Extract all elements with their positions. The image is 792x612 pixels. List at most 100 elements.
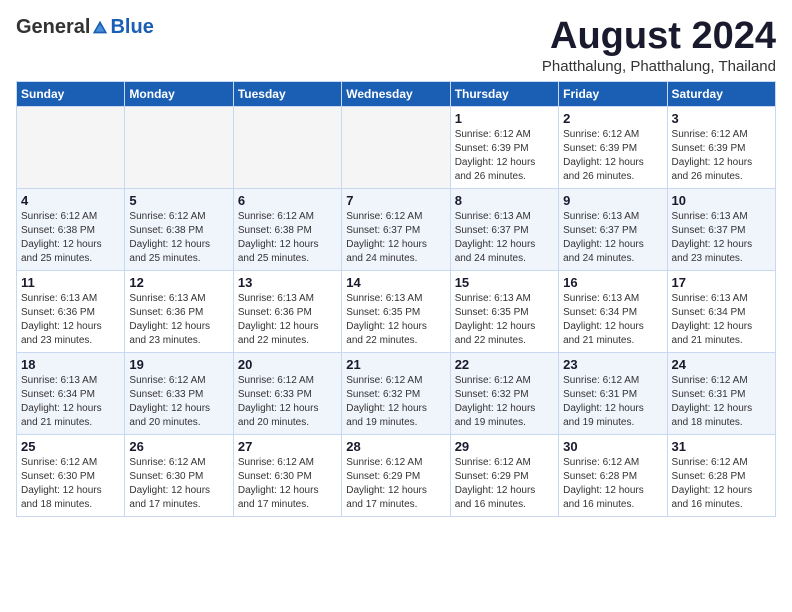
day-info: Sunrise: 6:12 AM Sunset: 6:29 PM Dayligh… [455, 456, 554, 512]
day-number: 12 [129, 275, 228, 290]
day-number: 7 [346, 193, 445, 208]
calendar-day-cell [125, 106, 233, 188]
calendar-day-cell: 3 Sunrise: 6:12 AM Sunset: 6:39 PM Daylig… [667, 106, 775, 188]
calendar-day-cell: 1 Sunrise: 6:12 AM Sunset: 6:39 PM Daylig… [450, 106, 558, 188]
day-number: 15 [455, 275, 554, 290]
calendar-day-cell: 29Sunrise: 6:12 AM Sunset: 6:29 PM Dayli… [450, 434, 558, 516]
calendar-day-cell: 16 Sunrise: 6:13 AM Sunset: 6:34 PM Dayli… [559, 270, 667, 352]
day-number: 6 [238, 193, 337, 208]
day-number: 20 [238, 357, 337, 372]
day-number: 16 [563, 275, 662, 290]
calendar-week-row: 18Sunrise: 6:13 AM Sunset: 6:34 PM Dayli… [17, 352, 776, 434]
day-number: 5 [129, 193, 228, 208]
day-info: Sunrise: 6:12 AM Sunset: 6:28 PM Dayligh… [563, 456, 662, 512]
day-info: Sunrise: 6:12 AM Sunset: 6:39 PM Dayligh… [672, 128, 771, 184]
day-number: 23 [563, 357, 662, 372]
day-info: Sunrise: 6:13 AM Sunset: 6:34 PM Dayligh… [563, 292, 662, 348]
day-info: Sunrise: 6:12 AM Sunset: 6:39 PM Dayligh… [455, 128, 554, 184]
day-number: 2 [563, 111, 662, 126]
calendar-day-cell: 17 Sunrise: 6:13 AM Sunset: 6:34 PM Dayli… [667, 270, 775, 352]
calendar-day-cell: 30 Sunrise: 6:12 AM Sunset: 6:28 PM Dayli… [559, 434, 667, 516]
calendar-day-cell [342, 106, 450, 188]
day-number: 31 [672, 439, 771, 454]
weekday-header-monday: Monday [125, 81, 233, 106]
calendar-day-cell: 5Sunrise: 6:12 AM Sunset: 6:38 PM Daylig… [125, 188, 233, 270]
calendar-day-cell: 13 Sunrise: 6:13 AM Sunset: 6:36 PM Dayli… [233, 270, 341, 352]
calendar-week-row: 1 Sunrise: 6:12 AM Sunset: 6:39 PM Daylig… [17, 106, 776, 188]
logo-blue-text: Blue [110, 16, 153, 39]
day-number: 18 [21, 357, 120, 372]
calendar-day-cell: 21 Sunrise: 6:12 AM Sunset: 6:32 PM Dayli… [342, 352, 450, 434]
calendar-day-cell: 23 Sunrise: 6:12 AM Sunset: 6:31 PM Dayli… [559, 352, 667, 434]
weekday-header-sunday: Sunday [17, 81, 125, 106]
day-info: Sunrise: 6:12 AM Sunset: 6:33 PM Dayligh… [238, 374, 337, 430]
day-number: 28 [346, 439, 445, 454]
calendar-table: SundayMondayTuesdayWednesdayThursdayFrid… [16, 81, 776, 517]
day-number: 25 [21, 439, 120, 454]
day-info: Sunrise: 6:13 AM Sunset: 6:36 PM Dayligh… [21, 292, 120, 348]
calendar-week-row: 11 Sunrise: 6:13 AM Sunset: 6:36 PM Dayli… [17, 270, 776, 352]
day-info: Sunrise: 6:13 AM Sunset: 6:37 PM Dayligh… [455, 210, 554, 266]
logo-icon [91, 19, 109, 37]
calendar-day-cell: 25Sunrise: 6:12 AM Sunset: 6:30 PM Dayli… [17, 434, 125, 516]
calendar-day-cell [233, 106, 341, 188]
day-info: Sunrise: 6:12 AM Sunset: 6:32 PM Dayligh… [455, 374, 554, 430]
location: Phatthalung, Phatthalung, Thailand [542, 58, 776, 75]
day-number: 30 [563, 439, 662, 454]
calendar-day-cell [17, 106, 125, 188]
day-info: Sunrise: 6:13 AM Sunset: 6:37 PM Dayligh… [672, 210, 771, 266]
weekday-header-thursday: Thursday [450, 81, 558, 106]
day-number: 22 [455, 357, 554, 372]
weekday-header-row: SundayMondayTuesdayWednesdayThursdayFrid… [17, 81, 776, 106]
day-info: Sunrise: 6:13 AM Sunset: 6:36 PM Dayligh… [238, 292, 337, 348]
calendar-week-row: 25 Sunrise: 6:12 AM Sunset: 6:30 PM Dayli… [17, 434, 776, 516]
day-number: 9 [563, 193, 662, 208]
calendar-day-cell: 4 Sunrise: 6:12 AM Sunset: 6:38 PM Daylig… [17, 188, 125, 270]
day-info: Sunrise: 6:12 AM Sunset: 6:38 PM Dayligh… [238, 210, 337, 266]
calendar-day-cell: 9 Sunrise: 6:13 AM Sunset: 6:37 PM Daylig… [559, 188, 667, 270]
day-info: Sunrise: 6:12 AM Sunset: 6:31 PM Dayligh… [672, 374, 771, 430]
day-info: Sunrise: 6:13 AM Sunset: 6:37 PM Dayligh… [563, 210, 662, 266]
calendar-day-cell: 26Sunrise: 6:12 AM Sunset: 6:30 PM Dayli… [125, 434, 233, 516]
day-number: 17 [672, 275, 771, 290]
page-header: General Blue August 2024 Phatthalung, Ph… [16, 16, 776, 75]
title-block: August 2024 Phatthalung, Phatthalung, Th… [542, 16, 776, 75]
calendar-day-cell: 8Sunrise: 6:13 AM Sunset: 6:37 PM Daylig… [450, 188, 558, 270]
calendar-day-cell: 12 Sunrise: 6:13 AM Sunset: 6:36 PM Dayli… [125, 270, 233, 352]
day-number: 27 [238, 439, 337, 454]
calendar-day-cell: 27 Sunrise: 6:12 AM Sunset: 6:30 PM Dayli… [233, 434, 341, 516]
day-number: 4 [21, 193, 120, 208]
calendar-day-cell: 24Sunrise: 6:12 AM Sunset: 6:31 PM Dayli… [667, 352, 775, 434]
day-number: 1 [455, 111, 554, 126]
calendar-day-cell: 11 Sunrise: 6:13 AM Sunset: 6:36 PM Dayli… [17, 270, 125, 352]
logo-general-text: General [16, 16, 90, 39]
calendar-day-cell: 18Sunrise: 6:13 AM Sunset: 6:34 PM Dayli… [17, 352, 125, 434]
weekday-header-tuesday: Tuesday [233, 81, 341, 106]
day-number: 3 [672, 111, 771, 126]
calendar-week-row: 4 Sunrise: 6:12 AM Sunset: 6:38 PM Daylig… [17, 188, 776, 270]
calendar-day-cell: 19Sunrise: 6:12 AM Sunset: 6:33 PM Dayli… [125, 352, 233, 434]
calendar-day-cell: 7 Sunrise: 6:12 AM Sunset: 6:37 PM Daylig… [342, 188, 450, 270]
day-info: Sunrise: 6:13 AM Sunset: 6:35 PM Dayligh… [455, 292, 554, 348]
day-info: Sunrise: 6:12 AM Sunset: 6:37 PM Dayligh… [346, 210, 445, 266]
logo: General Blue [16, 16, 154, 39]
day-info: Sunrise: 6:13 AM Sunset: 6:34 PM Dayligh… [672, 292, 771, 348]
day-info: Sunrise: 6:12 AM Sunset: 6:29 PM Dayligh… [346, 456, 445, 512]
calendar-day-cell: 6 Sunrise: 6:12 AM Sunset: 6:38 PM Daylig… [233, 188, 341, 270]
day-info: Sunrise: 6:12 AM Sunset: 6:30 PM Dayligh… [238, 456, 337, 512]
day-info: Sunrise: 6:12 AM Sunset: 6:31 PM Dayligh… [563, 374, 662, 430]
day-number: 14 [346, 275, 445, 290]
day-number: 19 [129, 357, 228, 372]
day-number: 21 [346, 357, 445, 372]
day-info: Sunrise: 6:12 AM Sunset: 6:38 PM Dayligh… [21, 210, 120, 266]
day-number: 11 [21, 275, 120, 290]
day-number: 13 [238, 275, 337, 290]
day-number: 26 [129, 439, 228, 454]
calendar-day-cell: 28 Sunrise: 6:12 AM Sunset: 6:29 PM Dayli… [342, 434, 450, 516]
calendar-day-cell: 22 Sunrise: 6:12 AM Sunset: 6:32 PM Dayli… [450, 352, 558, 434]
calendar-day-cell: 15 Sunrise: 6:13 AM Sunset: 6:35 PM Dayli… [450, 270, 558, 352]
day-info: Sunrise: 6:12 AM Sunset: 6:32 PM Dayligh… [346, 374, 445, 430]
day-info: Sunrise: 6:13 AM Sunset: 6:36 PM Dayligh… [129, 292, 228, 348]
month-year: August 2024 [542, 16, 776, 58]
calendar-day-cell: 20 Sunrise: 6:12 AM Sunset: 6:33 PM Dayli… [233, 352, 341, 434]
